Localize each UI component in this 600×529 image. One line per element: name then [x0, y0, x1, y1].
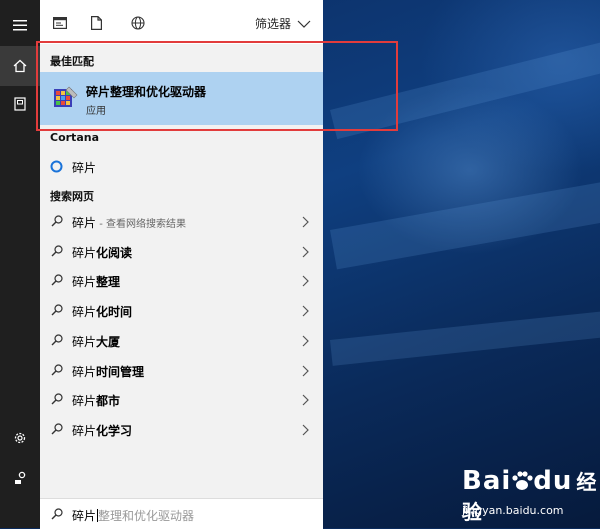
wallpaper-beam	[330, 306, 600, 366]
search-icon	[51, 304, 63, 316]
cortana-result[interactable]: 碎片	[40, 155, 323, 179]
home-button[interactable]	[0, 46, 40, 86]
paw-icon	[512, 471, 533, 490]
web-result-prefix: 碎片	[72, 275, 97, 290]
web-result-bold: 化时间	[96, 305, 133, 320]
baidu-logo-part-2: du	[533, 466, 573, 496]
wallpaper-beam	[330, 174, 600, 270]
filter-label: 筛选器	[254, 17, 291, 31]
chevron-down-icon	[297, 20, 311, 28]
chevron-right-icon[interactable]	[302, 275, 309, 287]
web-result-bold: 时间管理	[96, 364, 145, 379]
web-result-text: 碎片化学习	[72, 422, 132, 439]
documents-filter-button[interactable]	[86, 13, 106, 33]
gear-icon	[14, 432, 26, 444]
web-result-text: 碎片大厦	[72, 333, 120, 350]
app-window-icon	[53, 17, 67, 29]
web-result-row[interactable]: 碎片化阅读	[40, 237, 323, 267]
web-result-row[interactable]: 碎片时间管理	[40, 356, 323, 386]
feedback-button[interactable]	[0, 458, 40, 498]
cortana-result-text: 碎片	[72, 161, 97, 175]
web-result-text: 碎片时间管理	[72, 363, 144, 380]
chevron-right-icon[interactable]	[302, 305, 309, 317]
web-result-row[interactable]: 碎片大厦	[40, 326, 323, 356]
document-icon	[90, 16, 102, 30]
search-icon	[51, 215, 63, 227]
web-result-bold: 整理	[96, 275, 121, 290]
annotation-highlight-box	[36, 41, 398, 131]
search-autocomplete-text: 整理和优化驱动器	[98, 509, 195, 523]
web-result-prefix: 碎片	[72, 423, 97, 438]
notebook-button[interactable]	[0, 84, 40, 124]
section-web: 搜索网页	[50, 190, 94, 203]
chevron-right-icon[interactable]	[302, 394, 309, 406]
web-result-bold: 化学习	[96, 423, 133, 438]
hamburger-icon	[13, 19, 27, 30]
web-result-row[interactable]: 碎片 - 查看网络搜索结果	[40, 207, 323, 237]
globe-icon	[131, 16, 145, 30]
web-result-prefix: 碎片	[72, 394, 97, 409]
web-result-bold: 化阅读	[96, 245, 133, 260]
chevron-right-icon[interactable]	[302, 216, 309, 228]
web-result-text: 碎片都市	[72, 392, 120, 409]
web-result-bold: 都市	[96, 394, 121, 409]
search-icon	[51, 393, 63, 405]
apps-filter-button[interactable]	[50, 13, 70, 33]
start-rail	[0, 0, 40, 528]
section-cortana: Cortana	[50, 131, 99, 144]
web-result-text: 碎片化阅读	[72, 244, 132, 261]
search-icon	[51, 334, 63, 346]
web-result-prefix: 碎片	[72, 334, 97, 349]
web-result-suffix: - 查看网络搜索结果	[96, 219, 186, 230]
notebook-icon	[14, 97, 26, 111]
baidu-watermark: Bai du 经验 jingyan.baidu.com	[462, 466, 600, 525]
web-result-row[interactable]: 碎片化时间	[40, 296, 323, 326]
search-icon	[51, 508, 63, 520]
search-typed-text: 碎片	[72, 509, 97, 523]
search-icon	[51, 423, 63, 435]
baidu-logo-text: Bai du	[462, 466, 572, 496]
home-icon	[13, 59, 27, 73]
web-result-prefix: 碎片	[72, 216, 97, 230]
web-filter-button[interactable]	[128, 13, 148, 33]
search-input[interactable]: 碎片 整理和优化驱动器	[72, 507, 194, 524]
chevron-right-icon[interactable]	[302, 246, 309, 258]
chevron-right-icon[interactable]	[302, 365, 309, 377]
web-result-row[interactable]: 碎片整理	[40, 266, 323, 296]
baidu-logo-part-1: Bai	[462, 466, 512, 496]
search-box[interactable]: 碎片 整理和优化驱动器	[40, 498, 323, 529]
web-result-bold: 大厦	[96, 334, 121, 349]
person-feedback-icon	[15, 471, 26, 484]
cortana-circle-icon	[50, 160, 63, 173]
web-result-text: 碎片整理	[72, 273, 120, 290]
web-result-row[interactable]: 碎片化学习	[40, 415, 323, 445]
chevron-right-icon[interactable]	[302, 335, 309, 347]
web-result-row[interactable]: 碎片都市	[40, 385, 323, 415]
search-icon	[51, 245, 63, 257]
chevron-right-icon[interactable]	[302, 424, 309, 436]
hamburger-menu-button[interactable]	[0, 5, 40, 45]
search-filter-bar: 筛选器	[40, 0, 323, 44]
web-result-prefix: 碎片	[72, 305, 97, 320]
search-icon	[51, 274, 63, 286]
search-icon	[51, 363, 63, 375]
web-result-prefix: 碎片	[72, 364, 97, 379]
settings-button[interactable]	[0, 418, 40, 458]
web-result-text: 碎片化时间	[72, 303, 132, 320]
filter-dropdown[interactable]: 筛选器	[255, 15, 311, 32]
web-result-prefix: 碎片	[72, 245, 97, 260]
web-result-text: 碎片 - 查看网络搜索结果	[72, 214, 186, 231]
watermark-url: jingyan.baidu.com	[462, 504, 564, 517]
